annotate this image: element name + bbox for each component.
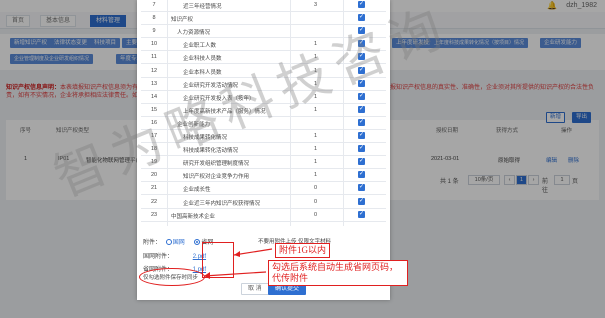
row-page-count: 3 xyxy=(314,2,318,8)
row-checkbox[interactable]: ✓ xyxy=(358,145,365,153)
material-row: 12 企业本科人员数 1 ✓ xyxy=(141,66,386,78)
row-page-count: 1 xyxy=(314,54,318,61)
row-page-count: 1 xyxy=(314,146,318,153)
row-item-name: 上年度高新技术产品（服务）情况 xyxy=(183,108,266,115)
material-row: 13 企业研究开发活动情况 1 ✓ xyxy=(141,79,386,91)
material-row: 10 企业职工人数 1 ✓ xyxy=(141,39,386,52)
row-item-name: 人力资源情况 xyxy=(177,30,211,37)
row-number: 10 xyxy=(150,41,158,48)
radio-national-label: 国网 xyxy=(172,240,185,246)
material-row: 7 近三年经营情况 3 ✓ xyxy=(141,0,386,12)
row-checkbox[interactable]: ✓ xyxy=(358,79,365,87)
sync-option-highlight xyxy=(139,268,205,286)
material-row: 8 知识产权 ✓ xyxy=(141,13,386,26)
attachment-highlight-box xyxy=(202,242,234,278)
national-attach-row: 国网附件： 2.pdf xyxy=(143,251,206,260)
row-number: 20 xyxy=(150,172,158,179)
material-row: 22 企业近三年内知识产权获得情况 0 ✓ xyxy=(141,197,386,209)
material-row: 20 知识产权对企业竞争力作用 1 ✓ xyxy=(141,170,386,183)
material-row: 17 科技成果转化情况 1 ✓ xyxy=(141,131,386,143)
row-page-count: 1 xyxy=(314,106,318,113)
row-page-count: 1 xyxy=(314,93,318,100)
row-number: 12 xyxy=(150,67,158,74)
row-item-name: 近三年经营情况 xyxy=(183,4,222,10)
row-checkbox[interactable]: ✓ xyxy=(358,171,365,179)
material-row: 19 研究开发组织管理制度情况 1 ✓ xyxy=(141,157,386,170)
row-item-name: 企业研究开发活动情况 xyxy=(183,82,239,89)
row-item-name: 知识产权对企业竞争力作用 xyxy=(183,174,250,181)
row-item-name: 科技成果转化情况 xyxy=(183,135,228,141)
row-number: 7 xyxy=(152,2,156,8)
row-item-name: 企业近三年内知识产权获得情况 xyxy=(183,200,261,207)
row-page-count: 1 xyxy=(314,133,318,139)
row-checkbox[interactable]: ✓ xyxy=(358,53,365,61)
material-row: 16 企业创新能力 ✓ xyxy=(141,118,386,130)
attach-label: 附件： xyxy=(143,240,162,246)
material-row: 21 企业成长性 0 ✓ xyxy=(141,183,386,196)
row-checkbox[interactable]: ✓ xyxy=(358,1,365,8)
row-item-name: 企业成长性 xyxy=(183,187,211,194)
row-number: 19 xyxy=(150,159,158,166)
row-checkbox[interactable]: ✓ xyxy=(358,158,365,166)
row-number: 14 xyxy=(150,93,158,100)
row-item-name: 研究开发组织管理制度情况 xyxy=(183,161,250,168)
row-page-count: 1 xyxy=(314,172,318,179)
row-page-count: 0 xyxy=(314,211,318,218)
annotation-auto-page: 勾选后系统自动生成省网页码，代传附件 xyxy=(268,260,408,286)
row-checkbox[interactable]: ✓ xyxy=(358,105,365,113)
annotation-size-limit: 附件1G以内 xyxy=(275,243,330,258)
row-item-name: 科技成果转化活动情况 xyxy=(183,148,239,155)
row-number: 22 xyxy=(150,198,158,205)
row-checkbox[interactable]: ✓ xyxy=(358,27,365,35)
row-checkbox[interactable]: ✓ xyxy=(358,118,365,126)
row-number: 15 xyxy=(150,106,158,113)
row-number: 18 xyxy=(150,146,158,153)
radio-province[interactable] xyxy=(194,239,201,246)
row-page-count: 1 xyxy=(314,159,318,166)
materials-modal: 7 近三年经营情况 3 ✓ 8 知识产权 ✓ 9 人力资源情况 ✓ 10 企业职工人数 1 ✓ 11 企业科技… xyxy=(137,0,390,300)
material-row: 9 人力资源情况 ✓ xyxy=(141,26,386,39)
material-row: 15 上年度高新技术产品（服务）情况 1 ✓ xyxy=(141,105,386,117)
row-page-count: 1 xyxy=(314,80,318,87)
row-page-count: 1 xyxy=(314,67,318,74)
row-checkbox[interactable]: ✓ xyxy=(358,40,365,48)
row-number: 9 xyxy=(152,28,156,35)
cancel-button[interactable]: 取 消 xyxy=(241,283,269,295)
row-number: 23 xyxy=(150,211,158,218)
row-number: 8 xyxy=(152,15,156,22)
row-page-count: 0 xyxy=(314,198,318,205)
row-number: 16 xyxy=(150,119,158,126)
row-number: 21 xyxy=(150,185,158,192)
material-row: 14 企业研究开发投入表（按年） 1 ✓ xyxy=(141,92,386,104)
row-checkbox[interactable]: ✓ xyxy=(358,132,365,139)
row-checkbox[interactable]: ✓ xyxy=(358,14,365,22)
row-item-name: 知识产权 xyxy=(171,17,194,24)
row-checkbox[interactable]: ✓ xyxy=(358,197,365,205)
row-item-name: 中国高新技术企业 xyxy=(171,213,216,220)
material-row: 23 中国高新技术企业 0 ✓ xyxy=(141,210,386,222)
row-number: 17 xyxy=(150,133,158,139)
national-attach-label: 国网附件： xyxy=(143,254,174,260)
row-item-name: 企业研究开发投入表（按年） xyxy=(183,95,255,102)
row-number: 11 xyxy=(151,54,157,61)
row-checkbox[interactable]: ✓ xyxy=(358,184,365,192)
row-checkbox[interactable]: ✓ xyxy=(358,210,365,218)
row-checkbox[interactable]: ✓ xyxy=(358,92,365,100)
row-checkbox[interactable]: ✓ xyxy=(358,66,365,74)
row-item-name: 企业科技人员数 xyxy=(183,56,222,63)
material-row: 18 科技成果转化活动情况 1 ✓ xyxy=(141,144,386,157)
row-item-name: 企业本科人员数 xyxy=(183,69,222,76)
row-number: 13 xyxy=(150,80,158,87)
row-item-name: 企业职工人数 xyxy=(183,43,217,50)
row-item-name: 企业创新能力 xyxy=(177,121,211,128)
radio-national[interactable] xyxy=(165,239,172,246)
row-page-count: 0 xyxy=(314,185,318,192)
material-row: 11 企业科技人员数 1 ✓ xyxy=(141,52,386,65)
row-page-count: 1 xyxy=(314,41,318,48)
